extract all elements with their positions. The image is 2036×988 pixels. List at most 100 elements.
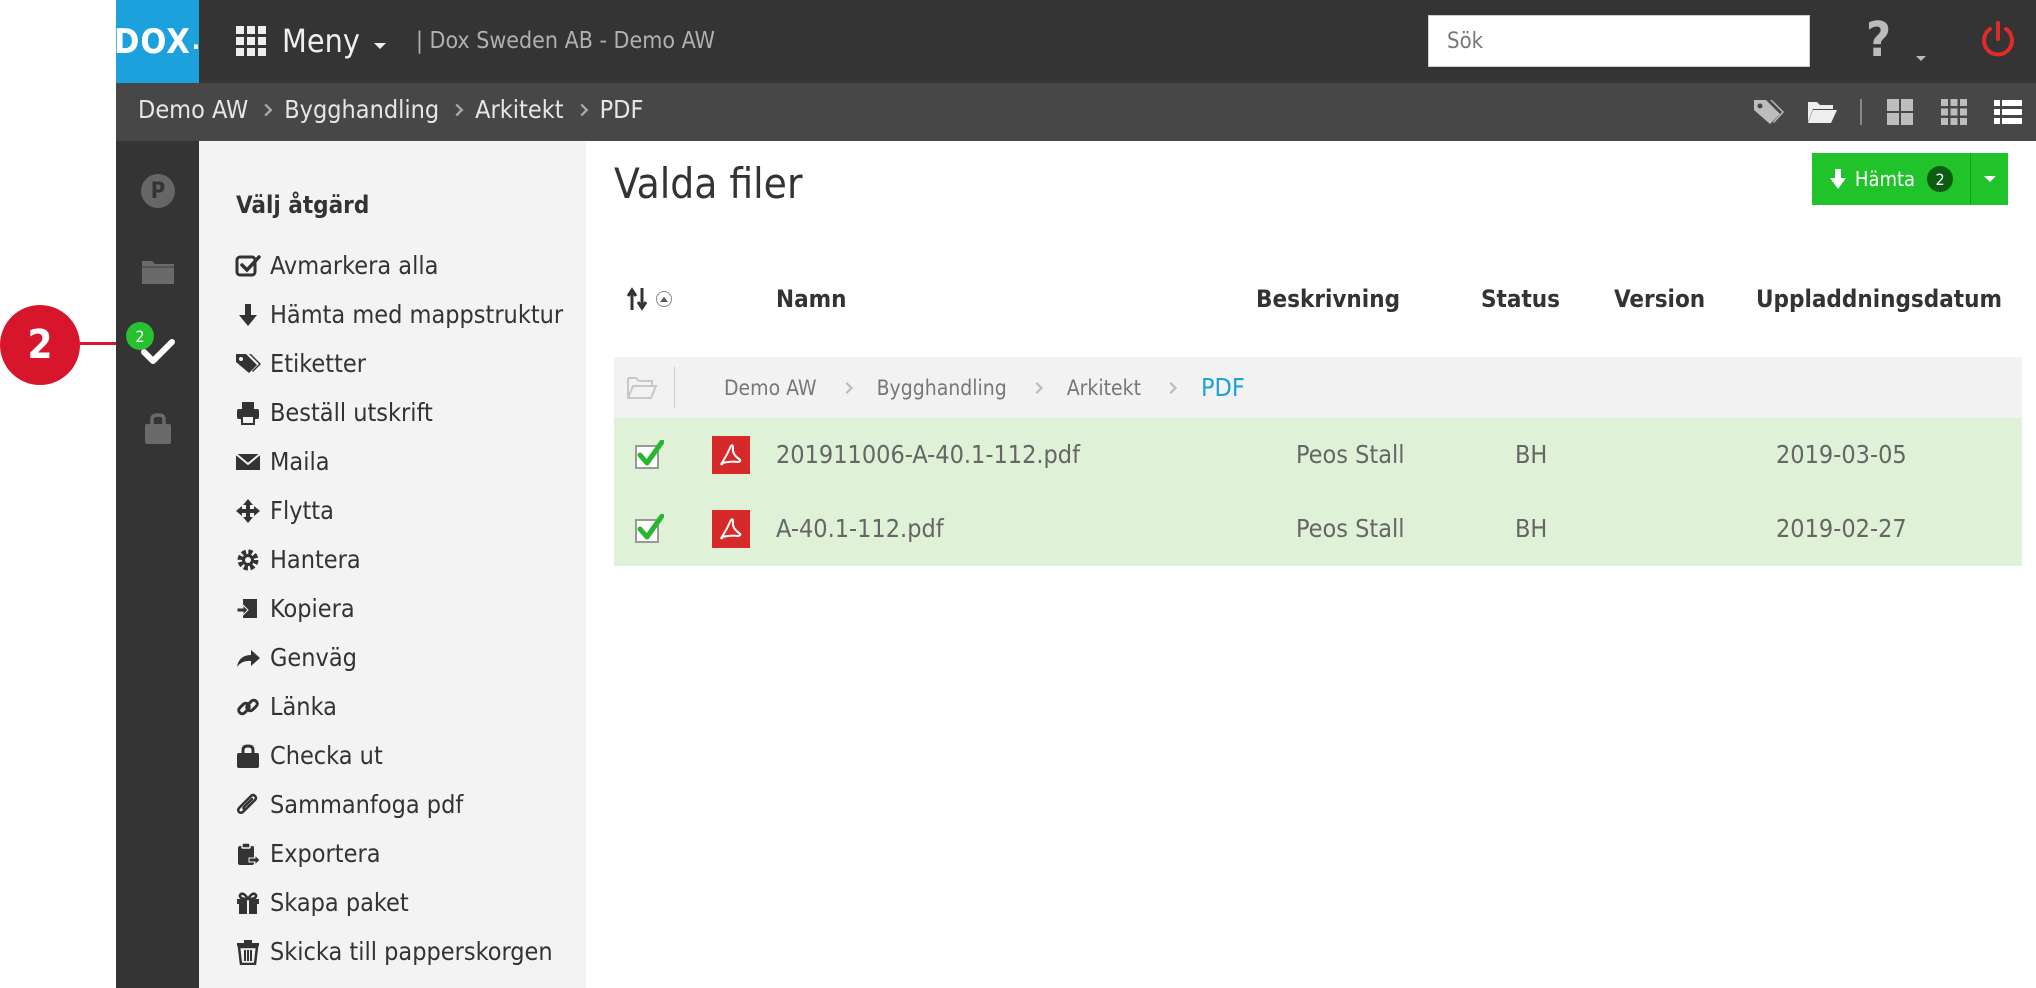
page-title: Valda filer [614,159,803,208]
sort-direction-icon[interactable] [656,291,672,307]
sort-arrows-icon [626,287,648,311]
chevron-right-icon [450,103,464,116]
rail-item-p[interactable]: P [138,171,178,211]
action-panel-title: Välj åtgärd [236,191,370,219]
download-dropdown-toggle[interactable] [1970,153,2008,205]
download-label: Hämta [1854,167,1916,191]
action-tags[interactable]: Etiketter [234,339,563,388]
p-label: P [150,178,166,204]
action-label: Länka [270,692,337,721]
gear-icon [234,546,262,574]
share-arrow-icon [234,644,262,672]
tags-icon[interactable] [1752,96,1784,128]
action-label: Avmarkera alla [270,251,439,280]
callout-label: 2 [27,322,53,368]
dox-logo[interactable]: DOX · [114,0,200,83]
folder-path-breadcrumb: Demo AW Bygghandling Arkitekt PDF [724,373,1245,402]
table-row[interactable]: 201911006-A-40.1-112.pdf Peos Stall BH 2… [614,418,2022,492]
path-item[interactable]: Arkitekt [1067,376,1141,400]
callout-number: 2 [0,305,80,385]
action-label: Kopiera [270,594,355,623]
breadcrumb-item[interactable]: Bygghandling [284,95,439,124]
pdf-file-icon [712,436,750,474]
column-name[interactable]: Namn [776,285,847,313]
path-item[interactable]: Bygghandling [877,376,1007,400]
breadcrumb-item[interactable]: Demo AW [138,95,248,124]
file-name[interactable]: 201911006-A-40.1-112.pdf [776,440,1080,469]
download-button[interactable]: Hämta 2 [1812,153,1970,205]
file-name[interactable]: A-40.1-112.pdf [776,514,944,543]
action-deselect-all[interactable]: Avmarkera alla [234,241,563,290]
large-grid-view-icon[interactable] [1884,96,1916,128]
action-link[interactable]: Länka [234,682,563,731]
folder-open-icon[interactable] [1806,96,1838,128]
action-panel: Välj åtgärd Avmarkera alla Hämta med map… [199,141,586,988]
column-description[interactable]: Beskrivning [1256,285,1400,313]
selected-count-badge: 2 [126,322,154,350]
file-status: BH [1515,440,1548,469]
column-upload-date[interactable]: Uppladdningsdatum [1756,285,2002,313]
chevron-right-icon [575,103,588,116]
file-description: Peos Stall [1296,440,1405,469]
folder-path-row: Demo AW Bygghandling Arkitekt PDF [614,357,2022,418]
chevron-right-icon [840,381,853,394]
action-export[interactable]: Exportera [234,829,563,878]
copy-icon [234,595,262,623]
logo-text: DOX [114,21,191,62]
action-label: Checka ut [270,741,383,770]
move-icon [234,497,262,525]
action-label: Genväg [270,643,357,672]
search-input[interactable]: Sök [1428,15,1810,67]
action-label: Hantera [270,545,361,574]
folder-open-icon[interactable] [626,373,658,401]
action-shortcut[interactable]: Genväg [234,633,563,682]
action-copy[interactable]: Kopiera [234,584,563,633]
apps-grid-icon [236,26,266,56]
arrow-down-icon [234,301,262,329]
menu-label: Meny [282,22,360,60]
power-icon[interactable] [1978,20,2018,60]
clipboard-export-icon [234,840,262,868]
action-send-to-trash[interactable]: Skicka till papperskorgen [234,927,563,976]
download-button-group: Hämta 2 [1812,153,2008,205]
check-square-icon [234,252,262,280]
file-description: Peos Stall [1296,514,1405,543]
paperclip-icon [234,791,262,819]
action-check-out[interactable]: Checka ut [234,731,563,780]
action-label: Beställ utskrift [270,398,433,427]
action-label: Flytta [270,496,334,525]
action-download-structure[interactable]: Hämta med mappstruktur [234,290,563,339]
action-mail[interactable]: Maila [234,437,563,486]
action-move[interactable]: Flytta [234,486,563,535]
breadcrumb-item[interactable]: Arkitekt [475,95,563,124]
action-label: Etiketter [270,349,366,378]
path-item-current[interactable]: PDF [1201,373,1245,402]
help-chevron-down-icon[interactable] [1916,56,1926,61]
checked-checkbox-icon[interactable] [634,440,664,470]
menu-button[interactable]: Meny [236,18,386,64]
rail-item-lock[interactable] [138,409,178,449]
sort-toggle[interactable] [626,285,674,313]
breadcrumb-item[interactable]: PDF [600,95,644,124]
chevron-down-icon [373,43,386,49]
column-status[interactable]: Status [1481,285,1560,313]
file-upload-date: 2019-03-05 [1776,440,1907,469]
column-version[interactable]: Version [1614,285,1705,313]
table-row[interactable]: A-40.1-112.pdf Peos Stall BH 2019-02-27 [614,492,2022,566]
left-rail: P [116,141,199,988]
action-list: Avmarkera alla Hämta med mappstruktur Et… [234,241,563,976]
action-create-package[interactable]: Skapa paket [234,878,563,927]
folder-icon [142,261,174,284]
printer-icon [234,399,262,427]
action-merge-pdf[interactable]: Sammanfoga pdf [234,780,563,829]
path-item[interactable]: Demo AW [724,376,817,400]
checked-checkbox-icon[interactable] [634,514,664,544]
help-icon[interactable]: ? [1866,12,1891,68]
action-label: Hämta med mappstruktur [270,300,564,329]
list-view-icon[interactable] [1992,96,2024,128]
rail-item-folder[interactable] [138,251,178,291]
action-manage[interactable]: Hantera [234,535,563,584]
small-grid-view-icon[interactable] [1938,96,1970,128]
table-header: Namn Beskrivning Status Version Uppladdn… [614,271,2022,331]
action-order-print[interactable]: Beställ utskrift [234,388,563,437]
